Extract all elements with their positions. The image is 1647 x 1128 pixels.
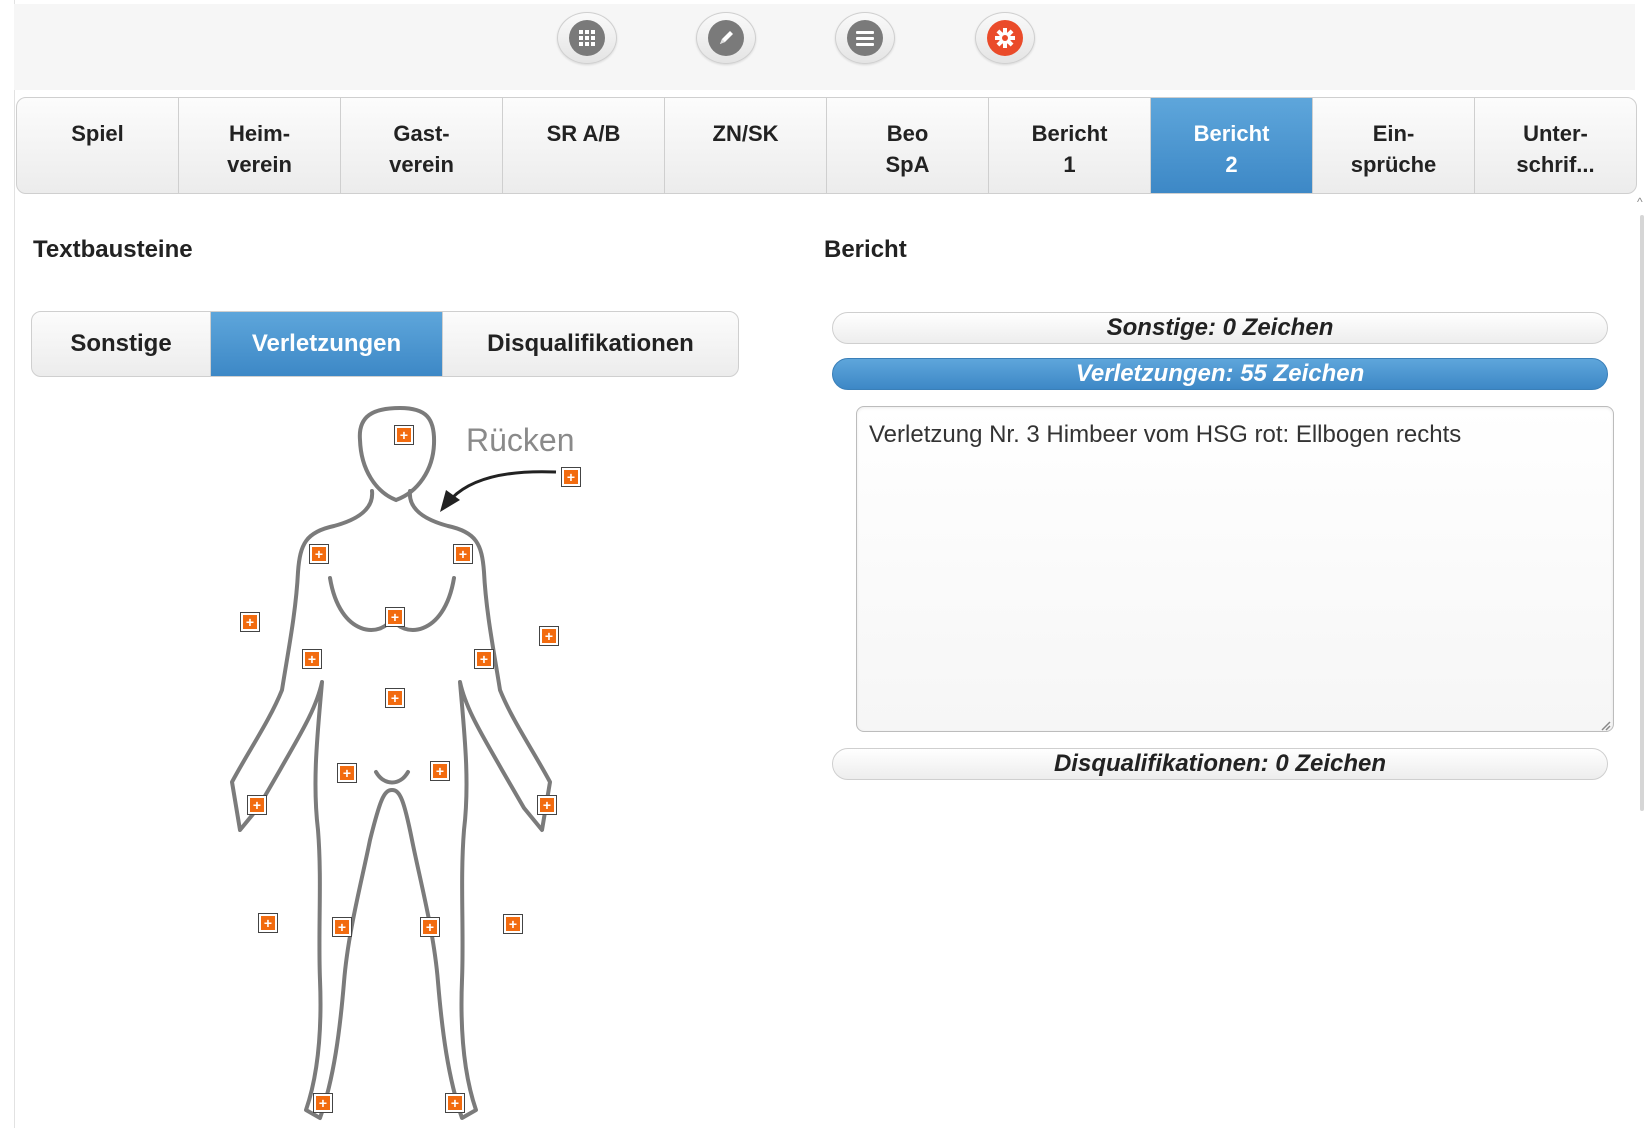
textbausteine-title: Textbausteine [33, 236, 193, 263]
plus-icon: + [458, 546, 468, 562]
injury-marker[interactable]: + [332, 917, 352, 937]
tab-zn-sk[interactable]: ZN/SK [665, 98, 827, 193]
pencil-icon [708, 20, 744, 56]
plus-icon: + [479, 651, 489, 667]
tab-spiel[interactable]: Spiel [17, 98, 179, 193]
plus-icon: + [450, 1095, 460, 1111]
subtab-verletzungen[interactable]: Verletzungen [211, 312, 443, 376]
plus-icon: + [399, 427, 409, 443]
ruecken-label: Rücken [466, 422, 575, 458]
injury-marker[interactable]: + [420, 917, 440, 937]
injury-marker[interactable]: + [561, 467, 581, 487]
injury-marker[interactable]: + [240, 612, 260, 632]
ruecken-arrow [450, 470, 557, 500]
section-sonstige[interactable]: Sonstige: 0 Zeichen [832, 312, 1608, 344]
plus-icon: + [245, 614, 255, 630]
report-textarea[interactable]: Verletzung Nr. 3 Himbeer vom HSG rot: El… [856, 406, 1614, 732]
tab-sr-a-b[interactable]: SR A/B [503, 98, 665, 193]
injury-marker[interactable]: + [313, 1093, 333, 1113]
injury-marker[interactable]: + [309, 544, 329, 564]
injury-marker[interactable]: + [539, 626, 559, 646]
plus-icon: + [318, 1095, 328, 1111]
plus-icon: + [425, 919, 435, 935]
left-border [14, 0, 15, 1128]
edit-button[interactable] [696, 12, 756, 64]
crotch-line [374, 770, 410, 785]
plus-icon: + [544, 628, 554, 644]
injury-marker[interactable]: + [247, 795, 267, 815]
tab-heimverein[interactable]: Heim- verein [179, 98, 341, 193]
plus-icon: + [342, 765, 352, 781]
injury-marker[interactable]: + [430, 761, 450, 781]
injury-marker[interactable]: + [337, 763, 357, 783]
main-tabs: Spiel Heim- verein Gast- verein SR A/B Z… [16, 97, 1637, 194]
scrollbar-thumb[interactable] [1640, 215, 1644, 811]
plus-icon: + [252, 797, 262, 813]
scroll-up-icon[interactable]: ^ [1637, 195, 1643, 209]
tab-einsprueche[interactable]: Ein- sprüche [1313, 98, 1475, 193]
head-outline [357, 406, 437, 502]
resize-grip-icon[interactable] [1599, 719, 1611, 731]
top-toolbar [14, 4, 1635, 90]
grid-icon [569, 20, 605, 56]
injury-marker[interactable]: + [503, 914, 523, 934]
scrollbar[interactable]: ^ [1637, 195, 1647, 813]
settings-button[interactable] [975, 12, 1035, 64]
subtab-sonstige[interactable]: Sonstige [32, 312, 211, 376]
body-outline [230, 489, 552, 1120]
plus-icon: + [542, 797, 552, 813]
injury-marker[interactable]: + [385, 607, 405, 627]
tab-bericht-2[interactable]: Bericht 2 [1151, 98, 1313, 193]
subtab-disqualifikationen[interactable]: Disqualifikationen [443, 312, 738, 376]
injury-marker[interactable]: + [394, 425, 414, 445]
grid-button[interactable] [557, 12, 617, 64]
plus-icon: + [307, 651, 317, 667]
injury-marker[interactable]: + [385, 688, 405, 708]
injury-marker[interactable]: + [258, 913, 278, 933]
tab-bericht-1[interactable]: Bericht 1 [989, 98, 1151, 193]
list-button[interactable] [835, 12, 895, 64]
plus-icon: + [263, 915, 273, 931]
tab-gastverein[interactable]: Gast- verein [341, 98, 503, 193]
bericht-title: Bericht [824, 236, 907, 263]
plus-icon: + [390, 690, 400, 706]
tab-beo-spa[interactable]: Beo SpA [827, 98, 989, 193]
injury-marker[interactable]: + [453, 544, 473, 564]
textbausteine-subtabs: Sonstige Verletzungen Disqualifikationen [31, 311, 739, 377]
injury-marker[interactable]: + [474, 649, 494, 669]
plus-icon: + [390, 609, 400, 625]
plus-icon: + [435, 763, 445, 779]
list-icon [847, 20, 883, 56]
plus-icon: + [566, 469, 576, 485]
injury-marker[interactable]: + [445, 1093, 465, 1113]
plus-icon: + [508, 916, 518, 932]
section-verletzungen[interactable]: Verletzungen: 55 Zeichen [832, 358, 1608, 390]
injury-marker[interactable]: + [537, 795, 557, 815]
plus-icon: + [314, 546, 324, 562]
section-disqualifikationen[interactable]: Disqualifikationen: 0 Zeichen [832, 748, 1608, 780]
plus-icon: + [337, 919, 347, 935]
body-diagram [230, 406, 557, 1120]
tab-unterschriften[interactable]: Unter- schrif... [1475, 98, 1636, 193]
injury-marker[interactable]: + [302, 649, 322, 669]
settings-icon [987, 20, 1023, 56]
